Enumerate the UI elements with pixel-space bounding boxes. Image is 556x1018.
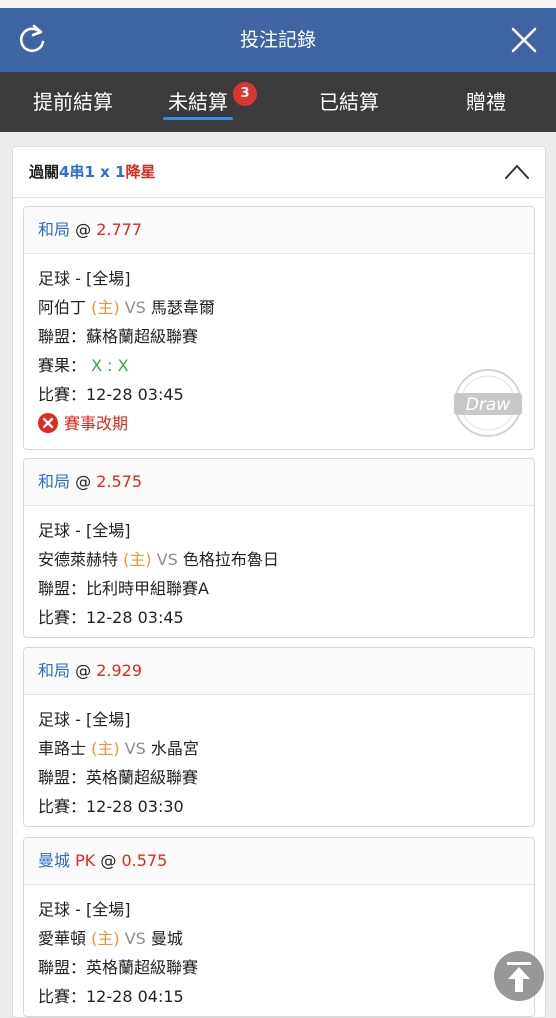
bet-pick: 和局 [38, 472, 71, 491]
tab-label: 已結算 [319, 90, 379, 114]
parlay-tag: 降星 [125, 163, 156, 181]
bet-odds: 2.575 [96, 472, 143, 491]
draw-stamp-label: Draw [466, 395, 510, 415]
bet-match-time: 比賽：12-28 03:45 [38, 385, 184, 404]
bet-selection: 和局 @ 2.777 [24, 207, 534, 254]
bet-sport: 足球 - [全場] [38, 269, 131, 288]
tab-early-settlement[interactable]: 提前結算 [25, 72, 121, 132]
bet-at: @ [75, 220, 92, 239]
status-strip [0, 0, 556, 8]
home-tag: (主) [123, 550, 152, 569]
bet-league: 聯盟：比利時甲組聯賽A [38, 579, 209, 598]
header-bar: 投注記錄 [0, 8, 556, 72]
bet-teams: 車路士 (主) VS 水晶宮 [38, 734, 520, 763]
bet-card: 和局 @ 2.777 足球 - [全場] 阿伯丁 (主) VS 馬瑟韋爾 聯盟：… [23, 206, 535, 450]
bet-result: 賽果： X : X [38, 351, 520, 380]
bet-card: 和局 @ 2.929 足球 - [全場] 車路士 (主) VS 水晶宮 聯盟：英… [23, 647, 535, 827]
home-tag: (主) [91, 739, 120, 758]
bet-match-time: 比賽：12-28 03:45 [38, 608, 184, 627]
home-team: 阿伯丁 [38, 298, 87, 317]
bet-pick: 和局 [38, 220, 71, 239]
bet-pick: 曼城 [38, 851, 71, 870]
parlay-type: 過關 [29, 163, 60, 181]
page-title: 投注記錄 [239, 29, 316, 51]
bet-league: 聯盟：蘇格蘭超級聯賽 [38, 327, 199, 346]
bet-sport: 足球 - [全場] [38, 710, 131, 729]
vs-label: VS [156, 550, 178, 569]
bet-handicap: PK [75, 851, 96, 870]
bet-selection: 和局 @ 2.929 [24, 648, 534, 695]
bet-teams: 安德萊赫特 (主) VS 色格拉布魯日 [38, 545, 520, 574]
result-label: 賽果： [38, 356, 87, 375]
away-team: 曼城 [150, 929, 183, 948]
tab-unsettled[interactable]: 未結算 3 [163, 72, 257, 132]
cancel-x-icon [38, 413, 58, 433]
parlay-combo: 4串1 x 1 [59, 163, 126, 181]
bet-odds: 2.777 [96, 220, 143, 239]
chevron-up-icon[interactable] [503, 160, 531, 184]
away-team: 馬瑟韋爾 [150, 298, 215, 317]
bet-odds: 2.929 [96, 661, 143, 680]
bet-match-time: 比賽：12-28 04:15 [38, 987, 184, 1006]
parlay-summary[interactable]: 過關4串1 x 1降星 [13, 147, 545, 198]
vs-label: VS [124, 739, 146, 758]
bet-card: 和局 @ 2.575 足球 - [全場] 安德萊赫特 (主) VS 色格拉布魯日… [23, 458, 535, 638]
unsettled-count-badge: 3 [233, 82, 257, 106]
home-team: 車路士 [38, 739, 87, 758]
draw-stamp-icon: Draw [454, 369, 522, 437]
scroll-to-top-icon[interactable] [493, 950, 545, 1002]
bet-at: @ [100, 851, 117, 870]
bet-odds: 0.575 [121, 851, 168, 870]
bet-selection: 曼城 PK @ 0.575 [24, 838, 534, 885]
bet-teams: 愛華頓 (主) VS 曼城 [38, 924, 520, 953]
tab-label: 提前結算 [33, 90, 113, 114]
home-tag: (主) [91, 929, 120, 948]
result-value: X : X [91, 356, 129, 375]
bet-pick: 和局 [38, 661, 71, 680]
bet-slip-panel: 過關4串1 x 1降星 和局 @ 2.777 足球 - [全場] 阿伯丁 (主)… [12, 146, 546, 1018]
vs-label: VS [124, 929, 146, 948]
bet-match-time: 比賽：12-28 03:30 [38, 797, 184, 816]
bet-at: @ [75, 661, 92, 680]
bet-at: @ [75, 472, 92, 491]
bet-status: 賽事改期 [38, 409, 520, 438]
away-team: 水晶宮 [150, 739, 199, 758]
close-icon[interactable] [506, 22, 542, 58]
bet-league: 聯盟：英格蘭超級聯賽 [38, 958, 199, 977]
tab-bar: 提前結算 未結算 3 已結算 贈禮 [0, 72, 556, 132]
status-text: 賽事改期 [64, 414, 129, 433]
tab-label: 贈禮 [466, 90, 506, 114]
parlay-title: 過關4串1 x 1降星 [29, 147, 155, 197]
active-tab-indicator [163, 117, 233, 120]
away-team: 色格拉布魯日 [182, 550, 279, 569]
tab-label: 未結算 [168, 90, 228, 114]
tab-settled[interactable]: 已結算 [316, 72, 382, 132]
bet-teams: 阿伯丁 (主) VS 馬瑟韋爾 [38, 293, 520, 322]
bet-sport: 足球 - [全場] [38, 521, 131, 540]
home-team: 愛華頓 [38, 929, 87, 948]
tab-gifts[interactable]: 贈禮 [463, 72, 509, 132]
home-tag: (主) [91, 298, 120, 317]
vs-label: VS [124, 298, 146, 317]
bet-card: 曼城 PK @ 0.575 足球 - [全場] 愛華頓 (主) VS 曼城 聯盟… [23, 837, 535, 1017]
bet-league: 聯盟：英格蘭超級聯賽 [38, 768, 199, 787]
home-team: 安德萊赫特 [38, 550, 119, 569]
bet-sport: 足球 - [全場] [38, 900, 131, 919]
bet-selection: 和局 @ 2.575 [24, 459, 534, 506]
